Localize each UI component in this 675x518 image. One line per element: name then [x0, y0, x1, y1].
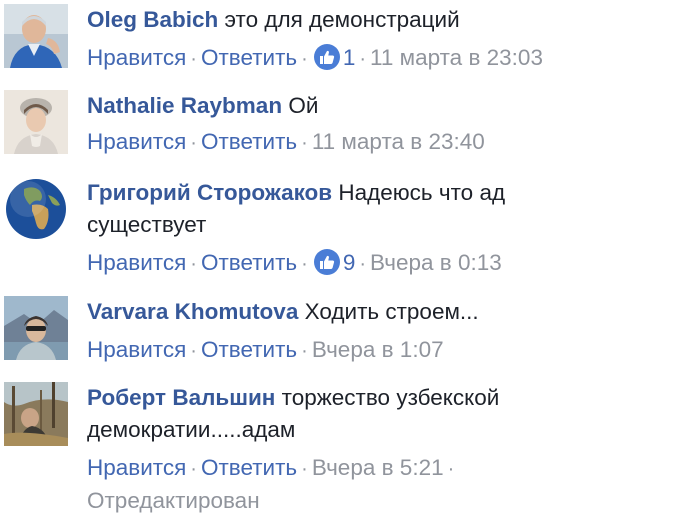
- comment-actions: Нравится · Ответить · 11 марта в 23:40: [87, 126, 647, 159]
- comment-timestamp[interactable]: 11 марта в 23:03: [370, 45, 543, 70]
- separator: ·: [301, 458, 308, 480]
- comment-text: Григорий Сторожаков Надеюсь что ад сущест…: [87, 177, 647, 241]
- comment-timestamp[interactable]: 11 марта в 23:40: [312, 129, 485, 154]
- reactions-count[interactable]: 1: [312, 42, 356, 74]
- comment-message: это для демонстраций: [224, 7, 460, 32]
- comment-author[interactable]: Varvara Khomutova: [87, 299, 298, 324]
- comment-message: торжество узбекской: [281, 385, 500, 410]
- avatar[interactable]: [4, 4, 68, 68]
- like-count: 9: [342, 250, 356, 275]
- comment-text: Nathalie Raybman Ой: [87, 90, 647, 122]
- reply-button[interactable]: Ответить: [201, 129, 297, 154]
- separator: ·: [190, 340, 197, 362]
- thumbs-up-icon: [313, 249, 340, 275]
- comment-thread: Oleg Babich это для демонстраций Нравитс…: [0, 0, 675, 518]
- avatar-image: [4, 90, 68, 154]
- reply-button[interactable]: Ответить: [201, 45, 297, 70]
- comment-author[interactable]: Роберт Вальшин: [87, 385, 275, 410]
- comment-message-line2: существует: [87, 212, 207, 237]
- comment-author[interactable]: Nathalie Raybman: [87, 93, 282, 118]
- avatar-image: [4, 382, 68, 446]
- reply-button[interactable]: Ответить: [201, 337, 297, 362]
- comment-author[interactable]: Oleg Babich: [87, 7, 218, 32]
- separator: ·: [301, 253, 308, 275]
- like-button[interactable]: Нравится: [87, 250, 186, 275]
- avatar-image: [4, 296, 68, 360]
- avatar[interactable]: [4, 90, 68, 154]
- reply-button[interactable]: Ответить: [201, 250, 297, 275]
- comment-actions: Нравится · Ответить · 1 · 11 марта в 23:03: [87, 42, 647, 75]
- avatar-image: [4, 177, 68, 241]
- comment-text: Роберт Вальшин торжество узбекской демокр…: [87, 382, 647, 446]
- separator: ·: [301, 132, 308, 154]
- separator: ·: [301, 48, 308, 70]
- avatar-image: [4, 4, 68, 68]
- avatar[interactable]: [4, 177, 68, 241]
- separator: ·: [190, 48, 197, 70]
- separator: ·: [301, 340, 308, 362]
- reply-button[interactable]: Ответить: [201, 455, 297, 480]
- separator: ·: [359, 253, 367, 275]
- avatar[interactable]: [4, 296, 68, 360]
- like-button[interactable]: Нравится: [87, 455, 186, 480]
- like-button[interactable]: Нравится: [87, 45, 186, 70]
- comment-timestamp[interactable]: Вчера в 1:07: [312, 337, 444, 362]
- separator: ·: [447, 458, 455, 480]
- like-button[interactable]: Нравится: [87, 129, 186, 154]
- thumbs-up-icon: [313, 44, 340, 70]
- reactions-count[interactable]: 9: [312, 247, 356, 279]
- comment-timestamp[interactable]: Вчера в 0:13: [370, 250, 502, 275]
- edited-label[interactable]: Отредактирован: [87, 485, 647, 517]
- comment-timestamp[interactable]: Вчера в 5:21: [312, 455, 444, 480]
- separator: ·: [359, 48, 367, 70]
- comment-author[interactable]: Григорий Сторожаков: [87, 180, 332, 205]
- comment-text: Varvara Khomutova Ходить строем...: [87, 296, 647, 328]
- comment-message-line2: демократии.....адам: [87, 417, 296, 442]
- comment-actions: Нравится · Ответить · 9 · Вчера в 0:13: [87, 247, 647, 280]
- separator: ·: [190, 253, 197, 275]
- comment-text: Oleg Babich это для демонстраций: [87, 4, 647, 36]
- avatar[interactable]: [4, 382, 68, 446]
- comment-message: Ой: [288, 93, 319, 118]
- comment-message: Ходить строем...: [304, 299, 479, 324]
- comment-message: Надеюсь что ад: [338, 180, 506, 205]
- comment-actions: Нравится · Ответить · Вчера в 5:21 · Отредакти…: [87, 452, 647, 517]
- separator: ·: [190, 458, 197, 480]
- like-count: 1: [342, 45, 356, 70]
- comment-actions: Нравится · Ответить · Вчера в 1:07: [87, 334, 647, 367]
- separator: ·: [190, 132, 197, 154]
- like-button[interactable]: Нравится: [87, 337, 186, 362]
